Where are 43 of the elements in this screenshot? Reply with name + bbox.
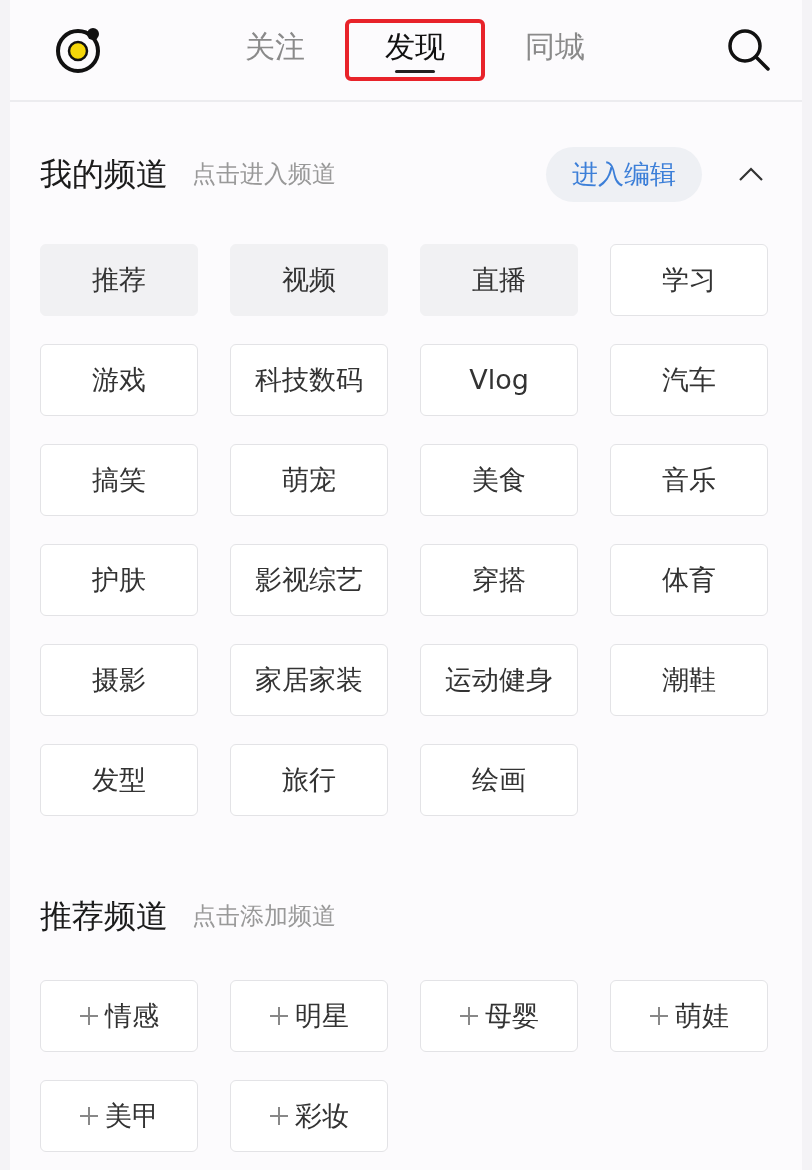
plus-icon <box>79 1106 99 1126</box>
add-channel-chip[interactable]: 母婴 <box>420 980 578 1052</box>
channel-chip[interactable]: 潮鞋 <box>610 644 768 716</box>
edit-button[interactable]: 进入编辑 <box>546 146 702 202</box>
channel-chip[interactable]: 萌宠 <box>230 444 388 516</box>
channel-chip[interactable]: 绘画 <box>420 744 578 816</box>
channel-chip[interactable]: 科技数码 <box>230 344 388 416</box>
plus-icon <box>79 1006 99 1026</box>
nav-tab[interactable]: 发现 <box>345 19 485 81</box>
plus-icon <box>649 1006 669 1026</box>
channel-chip[interactable]: 家居家装 <box>230 644 388 716</box>
channel-chip[interactable]: 推荐 <box>40 244 198 316</box>
add-channel-chip[interactable]: 萌娃 <box>610 980 768 1052</box>
channel-chip[interactable]: 旅行 <box>230 744 388 816</box>
section-hint: 点击进入频道 <box>192 159 336 190</box>
channel-chip[interactable]: 汽车 <box>610 344 768 416</box>
channel-chip[interactable]: 游戏 <box>40 344 198 416</box>
channel-chip[interactable]: 搞笑 <box>40 444 198 516</box>
collapse-chevron-icon[interactable] <box>738 166 764 182</box>
channel-chip[interactable]: 影视综艺 <box>230 544 388 616</box>
section-title: 我的频道 <box>40 154 168 195</box>
section-hint: 点击添加频道 <box>192 901 336 932</box>
channel-chip[interactable]: 摄影 <box>40 644 198 716</box>
channel-chip[interactable]: 视频 <box>230 244 388 316</box>
channel-chip[interactable]: 美食 <box>420 444 578 516</box>
channel-chip[interactable]: 体育 <box>610 544 768 616</box>
channel-chip[interactable]: Vlog <box>420 344 578 416</box>
channel-chip[interactable]: 护肤 <box>40 544 198 616</box>
section-title: 推荐频道 <box>40 896 168 937</box>
add-channel-chip[interactable]: 美甲 <box>40 1080 198 1152</box>
plus-icon <box>269 1106 289 1126</box>
channel-chip[interactable]: 音乐 <box>610 444 768 516</box>
add-channel-chip[interactable]: 明星 <box>230 980 388 1052</box>
channel-chip[interactable]: 穿搭 <box>420 544 578 616</box>
plus-icon <box>459 1006 479 1026</box>
plus-icon <box>269 1006 289 1026</box>
search-icon[interactable] <box>726 27 772 73</box>
add-channel-chip[interactable]: 情感 <box>40 980 198 1052</box>
channel-chip[interactable]: 学习 <box>610 244 768 316</box>
add-channel-chip[interactable]: 彩妆 <box>230 1080 388 1152</box>
channel-chip[interactable]: 发型 <box>40 744 198 816</box>
channel-chip[interactable]: 直播 <box>420 244 578 316</box>
channel-chip[interactable]: 运动健身 <box>420 644 578 716</box>
